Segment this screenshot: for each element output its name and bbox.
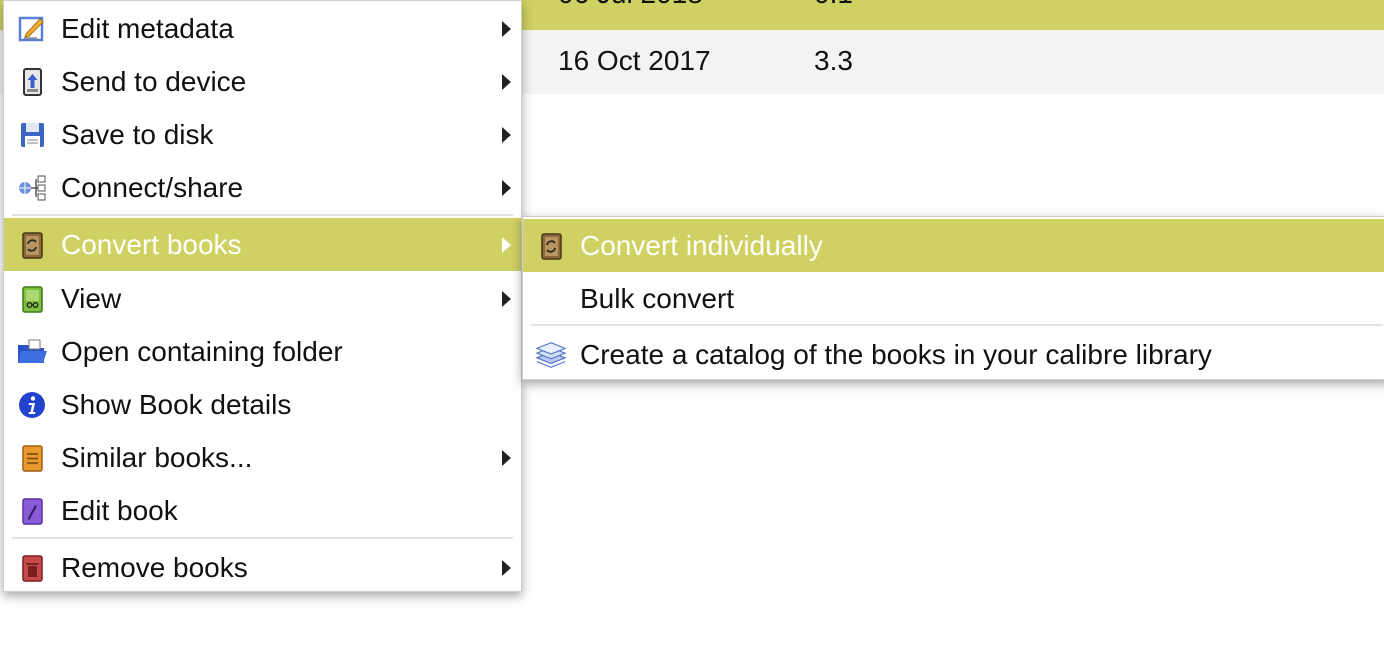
similar-books-icon [16,442,48,474]
edit-book-icon [16,495,48,527]
value-cell: 3.3 [814,45,853,76]
menu-item-label: Send to device [61,65,247,97]
menu-item-label: Create a catalog of the books in your ca… [580,338,1212,370]
menu-item-convert-individually[interactable]: Convert individually [523,219,1384,272]
menu-separator [12,214,513,216]
menu-item-open-containing-folder[interactable]: Open containing folder [4,325,521,378]
submenu-arrow-icon [502,449,511,466]
value-cell: 0.1 [814,0,853,10]
date-cell: 16 Oct 2017 [558,45,711,76]
menu-item-label: Convert individually [580,229,823,261]
floppy-disk-icon [16,119,48,151]
submenu-arrow-icon [502,236,511,253]
menu-item-show-book-details[interactable]: Show Book details [4,378,521,431]
submenu-arrow-icon [502,559,511,576]
menu-item-save-to-disk[interactable]: Save to disk [4,108,521,161]
context-menu: Edit metadata Send to device Save to dis… [3,0,522,592]
submenu-arrow-icon [502,290,511,307]
convert-book-icon [16,229,48,261]
menu-item-label: Remove books [61,551,248,583]
remove-books-icon [16,552,48,584]
menu-item-label: Connect/share [61,171,244,203]
menu-separator [12,537,513,539]
view-book-icon [16,283,48,315]
submenu-arrow-icon [502,179,511,196]
menu-separator [531,324,1383,326]
menu-item-convert-books[interactable]: Convert books [4,218,521,271]
menu-item-edit-book[interactable]: Edit book [4,484,521,537]
send-to-device-icon [16,66,48,98]
info-icon [16,389,48,421]
menu-item-remove-books[interactable]: Remove books [4,541,521,594]
menu-item-label: Save to disk [61,118,214,150]
menu-item-edit-metadata[interactable]: Edit metadata [4,2,521,55]
menu-item-create-catalog[interactable]: Create a catalog of the books in your ca… [523,328,1384,381]
menu-item-label: Edit metadata [61,12,234,44]
menu-item-bulk-convert[interactable]: Bulk convert [523,272,1384,325]
connect-share-icon [16,172,48,204]
menu-item-label: View [61,282,122,314]
menu-item-view[interactable]: View [4,272,521,325]
convert-book-icon [535,230,567,262]
catalog-stack-icon [535,339,567,371]
submenu-arrow-icon [502,126,511,143]
edit-metadata-icon [16,13,48,45]
menu-item-label: Open containing folder [61,335,343,367]
menu-item-label: Convert books [61,228,242,260]
menu-item-connect-share[interactable]: Connect/share [4,161,521,214]
menu-item-label: Edit book [61,494,178,526]
menu-item-label: Bulk convert [580,282,735,314]
menu-item-label: Similar books... [61,441,253,473]
submenu-arrow-icon [502,73,511,90]
menu-item-similar-books[interactable]: Similar books... [4,431,521,484]
submenu-arrow-icon [502,20,511,37]
menu-item-send-to-device[interactable]: Send to device [4,55,521,108]
menu-item-label: Show Book details [61,388,292,420]
folder-icon [16,336,48,368]
convert-books-submenu: Convert individually Bulk convert Create… [522,216,1384,380]
date-cell: 06 Jul 2018 [558,0,703,10]
